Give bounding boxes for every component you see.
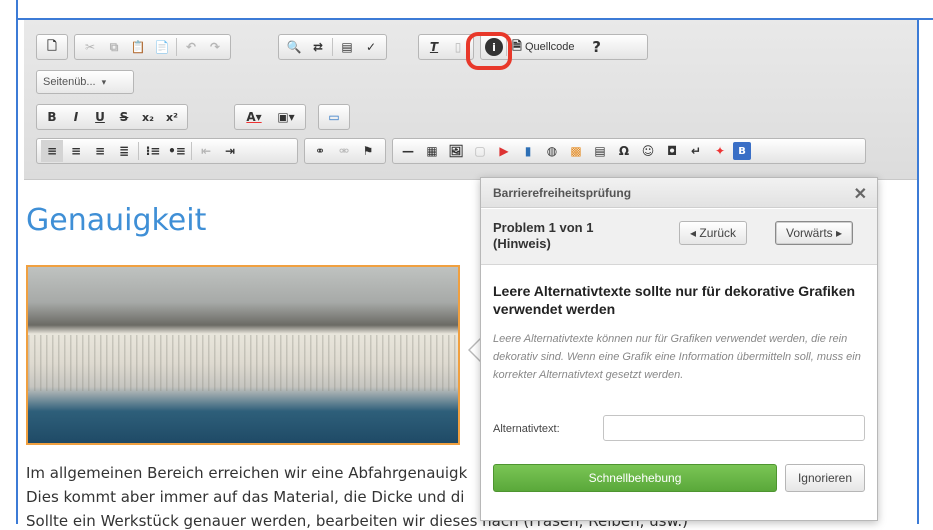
screenshot-frame: 🗋 ✂ ⧉ 📋 📄 ↶ ↷ 🔍 ⇄ ▤ ✓ T ▯ i 🗎 Quellcode … — [0, 0, 933, 530]
ignore-button[interactable]: Ignorieren — [785, 464, 865, 492]
source-button[interactable]: Quellcode — [525, 41, 575, 53]
horizontal-rule-icon[interactable]: — — [397, 140, 419, 162]
toolbar-group-basicstyles: B I U S x₂ x² — [36, 104, 188, 130]
toolbar-group-editing: 🔍 ⇄ ▤ ✓ — [278, 34, 387, 60]
highlight-circle — [466, 32, 512, 70]
forward-button[interactable]: Vorwärts ▸ — [775, 221, 854, 245]
superscript-icon[interactable]: x² — [161, 106, 183, 128]
chevron-down-icon: ▾ — [101, 76, 107, 87]
toolbar-separator — [191, 142, 192, 160]
bootstrap-icon[interactable]: B — [733, 142, 751, 160]
numbered-list-icon[interactable]: ⁝≡ — [142, 140, 164, 162]
subscript-icon[interactable]: x₂ — [137, 106, 159, 128]
undo-icon[interactable]: ↶ — [180, 36, 202, 58]
content-paragraph-line: Im allgemeinen Bereich erreichen wir ein… — [26, 464, 468, 482]
copy-icon[interactable]: ⧉ — [103, 36, 125, 58]
dialog-navigation: Problem 1 von 1 (Hinweis) ◂ Zurück Vorwä… — [481, 209, 877, 265]
new-page-icon[interactable]: 🗋 — [41, 36, 63, 58]
rich-text-editor: 🗋 ✂ ⧉ 📋 📄 ↶ ↷ 🔍 ⇄ ▤ ✓ T ▯ i 🗎 Quellcode … — [24, 20, 917, 530]
widget-icon[interactable]: ✦ — [709, 140, 731, 162]
page-break-icon[interactable]: ◘ — [661, 140, 683, 162]
template-icon[interactable]: ▤ — [589, 140, 611, 162]
toolbar-group-links: ⚭ ⚮ ⚑ — [304, 138, 386, 164]
help-button[interactable]: ? — [586, 36, 608, 58]
table-icon[interactable]: ▦ — [421, 140, 443, 162]
select-all-icon[interactable]: ▤ — [336, 36, 358, 58]
content-image[interactable] — [26, 265, 460, 445]
image-texture — [28, 335, 458, 391]
toolbar-separator — [176, 38, 177, 56]
background-color-icon[interactable]: ▣▾ — [271, 106, 301, 128]
redo-icon[interactable]: ↷ — [204, 36, 226, 58]
youtube-icon[interactable]: ▶ — [493, 140, 515, 162]
toolbar-group-paragraph: ≡ ≡ ≡ ≣ ⁝≡ •≡ ⇤ ⇥ — [36, 138, 298, 164]
dialog-title-text: Barrierefreiheitsprüfung — [493, 186, 632, 200]
issue-description: Leere Alternativtexte können nur für Gra… — [493, 333, 861, 381]
toolbar-separator — [332, 38, 333, 56]
video-icon[interactable]: ▮ — [517, 140, 539, 162]
image-icon[interactable]: 🖼 — [445, 140, 467, 162]
quickfix-button[interactable]: Schnellbehebung — [493, 464, 777, 492]
toolbar-group-colors: A▾ ▣▾ — [234, 104, 306, 130]
content-paragraph-line: Dies kommt aber immer auf das Material, … — [26, 488, 465, 506]
text-color-icon[interactable]: A▾ — [239, 106, 269, 128]
content-heading: Genauigkeit — [26, 203, 207, 238]
iframe-icon[interactable]: ◍ — [541, 140, 563, 162]
format-combo-value: Seitenüb... — [43, 76, 96, 88]
special-character-icon[interactable]: Ω — [613, 140, 635, 162]
toolbar-group-clipboard: ✂ ⧉ 📋 📄 ↶ ↷ — [74, 34, 231, 60]
format-combo[interactable]: Seitenüb... ▾ — [36, 70, 134, 94]
unlink-icon[interactable]: ⚮ — [333, 140, 355, 162]
smiley-icon[interactable]: ☺ — [637, 140, 659, 162]
frame-border — [16, 0, 18, 524]
align-center-icon[interactable]: ≡ — [65, 140, 87, 162]
cut-icon[interactable]: ✂ — [79, 36, 101, 58]
bold-icon[interactable]: B — [41, 106, 63, 128]
link-icon[interactable]: ⚭ — [309, 140, 331, 162]
justify-icon[interactable]: ≣ — [113, 140, 135, 162]
flash-icon[interactable]: ▢ — [469, 140, 491, 162]
spellcheck-icon[interactable]: ✓ — [360, 36, 382, 58]
problem-counter: Problem 1 von 1 (Hinweis) — [493, 220, 594, 251]
underline-icon[interactable]: U — [89, 106, 111, 128]
line-break-icon[interactable]: ↵ — [685, 140, 707, 162]
strikethrough-icon[interactable]: S — [113, 106, 135, 128]
paste-text-icon[interactable]: 📄 — [151, 36, 173, 58]
remove-format-icon[interactable]: T — [423, 36, 445, 58]
align-left-icon[interactable]: ≡ — [41, 140, 63, 162]
back-button[interactable]: ◂ Zurück — [679, 221, 748, 245]
bulleted-list-icon[interactable]: •≡ — [166, 140, 188, 162]
toolbar-separator — [138, 142, 139, 160]
accessibility-check-dialog: Barrierefreiheitsprüfung ✕ Problem 1 von… — [480, 177, 878, 521]
toolbar-group-insert: — ▦ 🖼 ▢ ▶ ▮ ◍ ▩ ▤ Ω ☺ ◘ ↵ ✦ B — [392, 138, 866, 164]
gallery-icon[interactable]: ▩ — [565, 140, 587, 162]
issue-title: Leere Alternativtexte sollte nur für dek… — [493, 283, 856, 317]
align-right-icon[interactable]: ≡ — [89, 140, 111, 162]
alt-text-label: Alternativtext: — [493, 423, 560, 435]
dialog-title: Barrierefreiheitsprüfung — [481, 178, 877, 208]
close-icon[interactable]: ✕ — [854, 184, 867, 204]
source-icon[interactable]: 🗎 — [510, 36, 524, 58]
paste-icon[interactable]: 📋 — [127, 36, 149, 58]
outdent-icon[interactable]: ⇤ — [195, 140, 217, 162]
find-icon[interactable]: 🔍 — [283, 36, 305, 58]
replace-icon[interactable]: ⇄ — [307, 36, 329, 58]
italic-icon[interactable]: I — [65, 106, 87, 128]
alt-text-input[interactable] — [603, 415, 865, 441]
toolbar-group-blocks: ▭ — [318, 104, 350, 130]
frame-border — [917, 18, 919, 524]
anchor-flag-icon[interactable]: ⚑ — [357, 140, 379, 162]
toolbar-group-document: 🗋 — [36, 34, 68, 60]
show-blocks-icon[interactable]: ▭ — [323, 106, 345, 128]
indent-icon[interactable]: ⇥ — [219, 140, 241, 162]
